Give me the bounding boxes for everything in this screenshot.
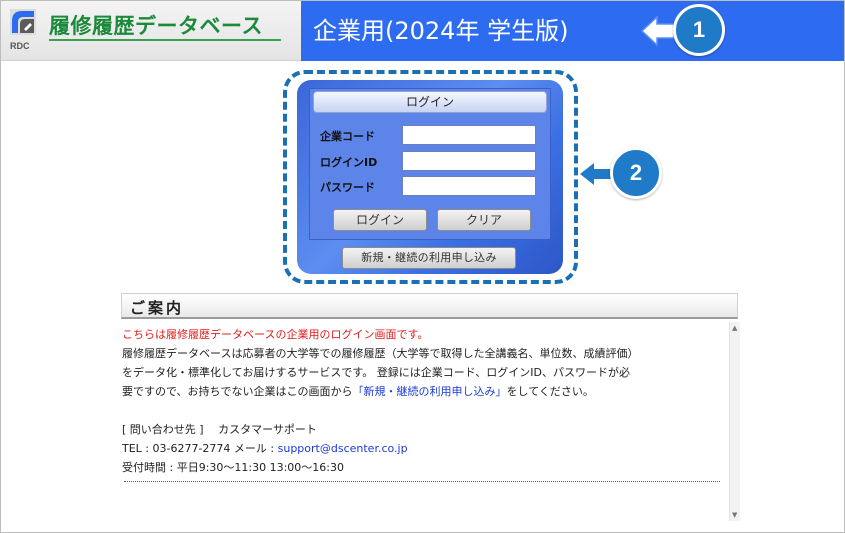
scroll-down-icon[interactable]: ▼ <box>732 511 737 519</box>
rdc-logo-icon <box>10 9 36 35</box>
guide-line-text: をしてください。 <box>506 385 594 398</box>
login-button[interactable]: ログイン <box>333 209 427 231</box>
logo-area: RDC 履修履歴データベース <box>1 1 301 61</box>
password-label: パスワード <box>320 181 375 194</box>
guide-line-text: 要ですので、お持ちでない企業はこの画面から <box>122 385 353 398</box>
scroll-up-icon[interactable]: ▲ <box>732 324 737 332</box>
apply-button[interactable]: 新規・継続の利用申し込み <box>342 247 516 269</box>
support-email-link[interactable]: support@dscenter.co.jp <box>278 442 408 455</box>
tel-text: TEL : 03-6277-2774 メール : <box>122 442 278 455</box>
company-code-label: 企業コード <box>320 130 375 143</box>
guide-heading: ご案内 <box>130 299 185 317</box>
guide-heading-bar: ご案内 <box>121 293 738 319</box>
guide-text: こちらは履修履歴データベースの企業用のログイン画面です。 履修履歴データベースは… <box>122 325 722 477</box>
login-id-label: ログインID <box>320 156 378 169</box>
title-bar: 企業用(2024年 学生版) <box>301 1 844 61</box>
dotted-divider <box>124 481 720 482</box>
login-heading: ログイン <box>313 91 547 113</box>
contact-hours: 受付時間 : 平日9:30～11:30 13:00～16:30 <box>122 461 344 474</box>
logo-underline <box>49 39 281 41</box>
clear-button[interactable]: クリア <box>437 209 531 231</box>
guide-line: をデータ化・標準化してお届けするサービスです。 登録には企業コード、ログインID… <box>122 366 631 379</box>
logo-sub: RDC <box>10 41 30 51</box>
callout-badge-1: 1 <box>673 4 725 56</box>
password-input[interactable] <box>402 176 536 196</box>
logo-title: 履修履歴データベース <box>49 14 263 38</box>
contact-title: [ 問い合わせ先 ] カスタマーサポート <box>122 423 317 436</box>
guide-notice: こちらは履修履歴データベースの企業用のログイン画面です。 <box>122 328 429 341</box>
guide-line: 要ですので、お持ちでない企業はこの画面から「新規・継続の利用申し込み」をしてくだ… <box>122 382 722 401</box>
arrow-left-icon <box>580 163 612 185</box>
callout-badge-2: 2 <box>610 147 662 199</box>
apply-link[interactable]: 「新規・継続の利用申し込み」 <box>353 385 507 398</box>
arrow-left-icon <box>640 15 675 47</box>
guide-panel: こちらは履修履歴データベースの企業用のログイン画面です。 履修履歴データベースは… <box>121 321 740 522</box>
contact-tel: TEL : 03-6277-2774 メール : support@dscente… <box>122 439 722 458</box>
guide-line: 履修履歴データベースは応募者の大学等での履修履歴（大学等で取得した全講義名、単位… <box>122 347 639 360</box>
login-id-input[interactable] <box>402 151 536 171</box>
guide-scrollbar[interactable]: ▲ ▼ <box>729 322 740 521</box>
page-title: 企業用(2024年 学生版) <box>313 17 569 45</box>
company-code-input[interactable] <box>402 125 536 145</box>
